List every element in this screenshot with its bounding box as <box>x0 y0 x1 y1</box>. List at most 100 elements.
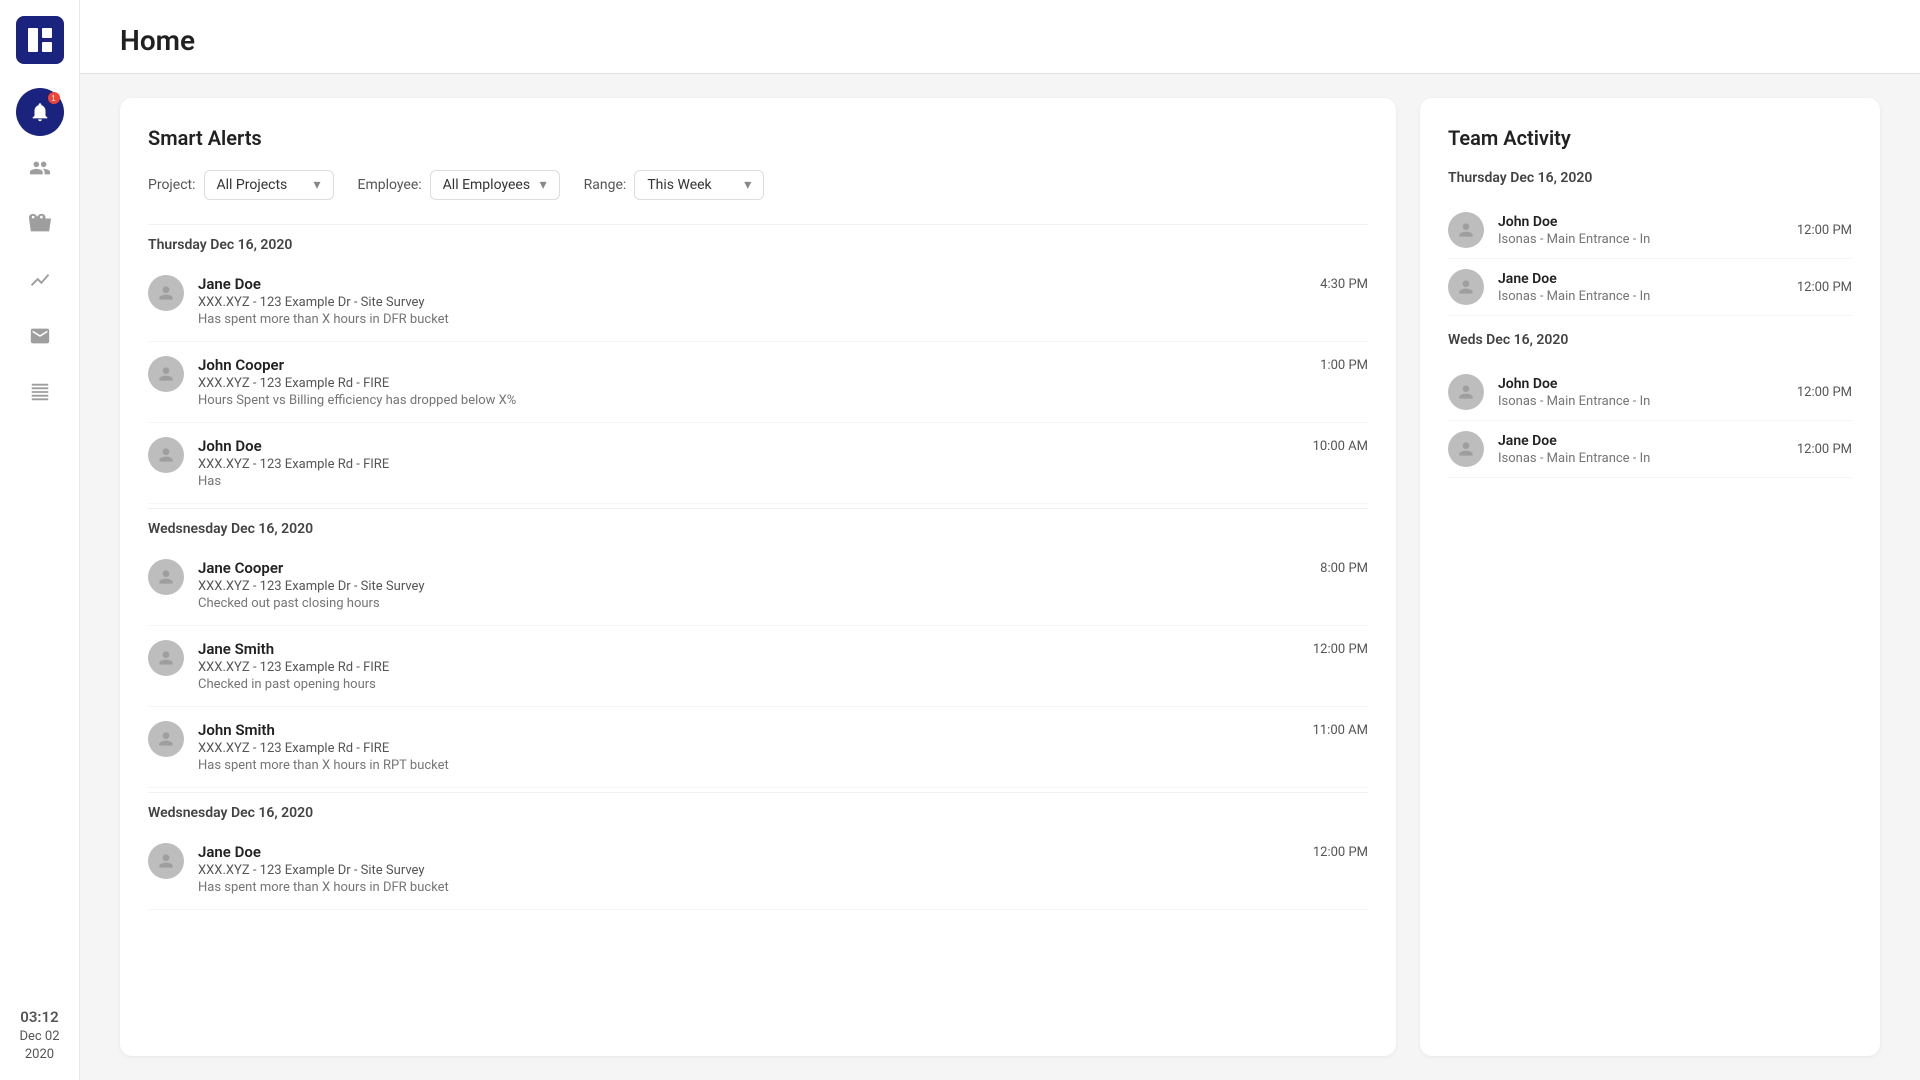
alert-content: John Smith XXX.XYZ - 123 Example Rd - FI… <box>198 721 1299 773</box>
clock-date: Dec 02 <box>19 1028 59 1046</box>
alert-name: John Cooper <box>198 356 1306 374</box>
alert-item: Jane Doe XXX.XYZ - 123 Example Dr - Site… <box>148 261 1368 342</box>
alert-description: Checked out past closing hours <box>198 596 1306 611</box>
avatar <box>148 640 184 676</box>
activity-time: 12:00 PM <box>1797 280 1852 295</box>
activity-date-2: Weds Dec 16, 2020 <box>1448 332 1852 348</box>
team-button[interactable] <box>16 144 64 192</box>
reports-button[interactable] <box>16 256 64 304</box>
alert-description: Has spent more than X hours in DFR bucke… <box>198 312 1306 327</box>
avatar <box>148 275 184 311</box>
alert-item: Jane Smith XXX.XYZ - 123 Example Rd - FI… <box>148 626 1368 707</box>
alert-item: Jane Doe XXX.XYZ - 123 Example Dr - Site… <box>148 829 1368 910</box>
content-area: Smart Alerts Project: All Projects ▾ Emp… <box>80 74 1920 1080</box>
filters-bar: Project: All Projects ▾ Employee: All Em… <box>148 170 1368 200</box>
range-filter-select[interactable]: This Week ▾ <box>634 170 764 200</box>
employee-filter-chevron: ▾ <box>540 177 547 193</box>
projects-button[interactable] <box>16 200 64 248</box>
range-filter-group: Range: This Week ▾ <box>584 170 765 200</box>
activity-name: Jane Doe <box>1498 271 1783 287</box>
alert-description: Hours Spent vs Billing efficiency has dr… <box>198 393 1306 408</box>
alert-project: XXX.XYZ - 123 Example Dr - Site Survey <box>198 863 1299 878</box>
alert-description: Checked in past opening hours <box>198 677 1299 692</box>
page-title: Home <box>120 24 1880 57</box>
activity-name: John Doe <box>1498 214 1783 230</box>
clock-time: 03:12 <box>19 1007 59 1028</box>
alert-item: Jane Cooper XXX.XYZ - 123 Example Dr - S… <box>148 545 1368 626</box>
alert-content: John Cooper XXX.XYZ - 123 Example Rd - F… <box>198 356 1306 408</box>
alert-description: Has spent more than X hours in RPT bucke… <box>198 758 1299 773</box>
sidebar-clock: 03:12 Dec 02 2020 <box>19 1007 59 1064</box>
alert-content: Jane Cooper XXX.XYZ - 123 Example Dr - S… <box>198 559 1306 611</box>
alert-time: 10:00 AM <box>1313 437 1368 454</box>
project-filter-group: Project: All Projects ▾ <box>148 170 334 200</box>
alerts-date-header-1: Thursday Dec 16, 2020 <box>148 224 1368 261</box>
alerts-date-header-2: Wedsnesday Dec 16, 2020 <box>148 508 1368 545</box>
range-filter-chevron: ▾ <box>744 177 751 193</box>
alert-name: Jane Doe <box>198 275 1306 293</box>
alert-project: XXX.XYZ - 123 Example Rd - FIRE <box>198 376 1306 391</box>
avatar <box>1448 374 1484 410</box>
alert-content: Jane Doe XXX.XYZ - 123 Example Dr - Site… <box>198 275 1306 327</box>
activity-date-1: Thursday Dec 16, 2020 <box>1448 170 1852 186</box>
alert-name: John Doe <box>198 437 1299 455</box>
activity-item: Jane Doe Isonas - Main Entrance - In 12:… <box>1448 421 1852 478</box>
alert-project: XXX.XYZ - 123 Example Dr - Site Survey <box>198 295 1306 310</box>
avatar <box>148 356 184 392</box>
alert-description: Has spent more than X hours in DFR bucke… <box>198 880 1299 895</box>
alert-project: XXX.XYZ - 123 Example Dr - Site Survey <box>198 579 1306 594</box>
alert-item: John Smith XXX.XYZ - 123 Example Rd - FI… <box>148 707 1368 788</box>
avatar <box>1448 212 1484 248</box>
activity-detail: Isonas - Main Entrance - In <box>1498 394 1783 409</box>
alert-project: XXX.XYZ - 123 Example Rd - FIRE <box>198 660 1299 675</box>
activity-name: John Doe <box>1498 376 1783 392</box>
team-activity-title: Team Activity <box>1448 126 1852 150</box>
project-filter-label: Project: <box>148 177 196 193</box>
messages-button[interactable] <box>16 312 64 360</box>
activity-info: John Doe Isonas - Main Entrance - In <box>1498 214 1783 247</box>
activity-time: 12:00 PM <box>1797 223 1852 238</box>
project-filter-chevron: ▾ <box>313 177 320 193</box>
smart-alerts-panel: Smart Alerts Project: All Projects ▾ Emp… <box>120 98 1396 1056</box>
notification-badge: 1 <box>48 92 60 104</box>
sidebar: 1 03:12 Dec 02 2020 <box>0 0 80 1080</box>
activity-item: John Doe Isonas - Main Entrance - In 12:… <box>1448 202 1852 259</box>
avatar <box>148 559 184 595</box>
main-content: Home Smart Alerts Project: All Projects … <box>80 0 1920 1080</box>
avatar <box>1448 431 1484 467</box>
activity-item: John Doe Isonas - Main Entrance - In 12:… <box>1448 364 1852 421</box>
avatar <box>148 721 184 757</box>
alert-content: Jane Doe XXX.XYZ - 123 Example Dr - Site… <box>198 843 1299 895</box>
alert-time: 4:30 PM <box>1320 275 1368 292</box>
alert-time: 12:00 PM <box>1313 640 1368 657</box>
project-filter-select[interactable]: All Projects ▾ <box>204 170 334 200</box>
alerts-date-header-3: Wedsnesday Dec 16, 2020 <box>148 792 1368 829</box>
alert-name: Jane Cooper <box>198 559 1306 577</box>
employee-filter-select[interactable]: All Employees ▾ <box>430 170 560 200</box>
activity-detail: Isonas - Main Entrance - In <box>1498 232 1783 247</box>
alert-content: John Doe XXX.XYZ - 123 Example Rd - FIRE… <box>198 437 1299 489</box>
activity-detail: Isonas - Main Entrance - In <box>1498 289 1783 304</box>
alert-item: John Cooper XXX.XYZ - 123 Example Rd - F… <box>148 342 1368 423</box>
team-activity-panel: Team Activity Thursday Dec 16, 2020 John… <box>1420 98 1880 1056</box>
activity-info: Jane Doe Isonas - Main Entrance - In <box>1498 433 1783 466</box>
app-logo <box>16 16 64 64</box>
smart-alerts-title: Smart Alerts <box>148 126 1368 150</box>
avatar <box>148 843 184 879</box>
employee-filter-group: Employee: All Employees ▾ <box>358 170 560 200</box>
activity-time: 12:00 PM <box>1797 442 1852 457</box>
alert-project: XXX.XYZ - 123 Example Rd - FIRE <box>198 457 1299 472</box>
notifications-button[interactable]: 1 <box>16 88 64 136</box>
alert-name: John Smith <box>198 721 1299 739</box>
activity-time: 12:00 PM <box>1797 385 1852 400</box>
alert-name: Jane Doe <box>198 843 1299 861</box>
page-header: Home <box>80 0 1920 74</box>
alert-time: 8:00 PM <box>1320 559 1368 576</box>
activity-info: John Doe Isonas - Main Entrance - In <box>1498 376 1783 409</box>
data-button[interactable] <box>16 368 64 416</box>
alert-name: Jane Smith <box>198 640 1299 658</box>
alert-content: Jane Smith XXX.XYZ - 123 Example Rd - FI… <box>198 640 1299 692</box>
alert-description: Has <box>198 474 1299 489</box>
activity-name: Jane Doe <box>1498 433 1783 449</box>
employee-filter-label: Employee: <box>358 177 422 193</box>
